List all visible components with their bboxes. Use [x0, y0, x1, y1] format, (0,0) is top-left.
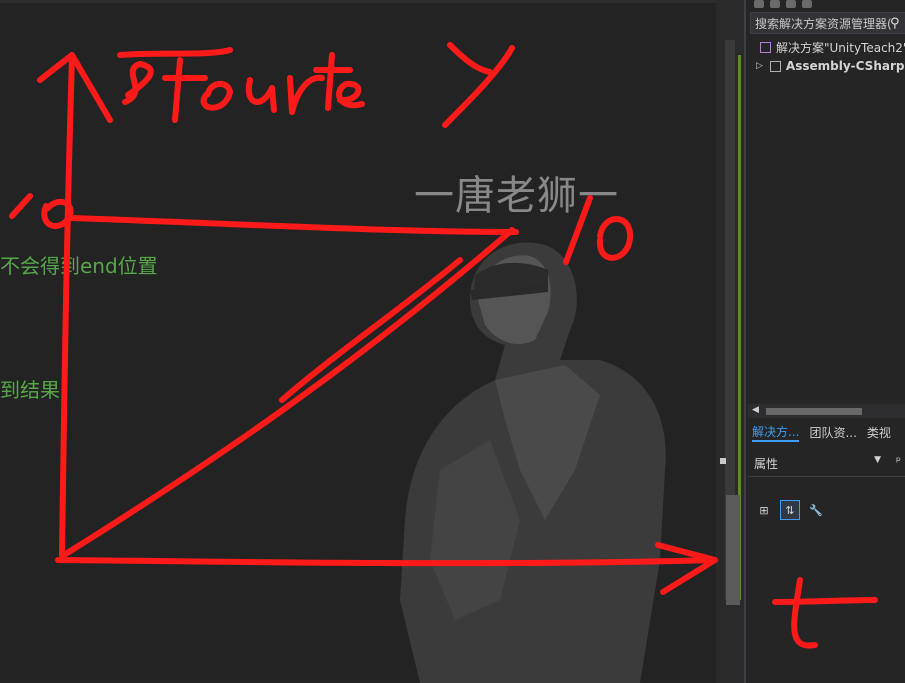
- tab-solution-explorer[interactable]: 解决方...: [752, 423, 800, 442]
- expand-arrow-icon[interactable]: ▷: [756, 61, 763, 71]
- project-icon: [769, 60, 781, 72]
- alphabetical-sort-icon[interactable]: ⇅: [780, 500, 800, 520]
- horizontal-scrollbar[interactable]: ◀: [748, 404, 905, 418]
- search-icon[interactable]: ⚲: [890, 16, 904, 31]
- panel-tabs: 解决方... 团队资... 类视: [748, 420, 905, 444]
- tree-item-label: 解决方案"UnityTeach2": [776, 40, 905, 55]
- editor-vertical-scrollbar[interactable]: [716, 0, 744, 683]
- solution-icon: [760, 41, 771, 53]
- tab-team-explorer[interactable]: 团队资...: [809, 424, 856, 441]
- tab-class-view[interactable]: 类视: [867, 424, 891, 441]
- properties-title: 属性: [754, 456, 779, 471]
- solution-explorer-panel: 搜索解决方案资源管理器( ⚲ 解决方案"UnityTeach2" ▷ Assem…: [744, 0, 905, 683]
- background-figure-illustration: [400, 242, 666, 683]
- dropdown-arrow-icon[interactable]: ▼: [874, 455, 881, 465]
- toolbar-icon[interactable]: [770, 0, 780, 8]
- scroll-thumb[interactable]: [726, 495, 740, 605]
- panel-toolbar: [746, 0, 905, 10]
- tree-item-solution[interactable]: 解决方案"UnityTeach2": [760, 38, 905, 56]
- toolbar-icon[interactable]: [786, 0, 796, 8]
- solution-search-input[interactable]: 搜索解决方案资源管理器( ⚲: [750, 12, 905, 34]
- scroll-left-icon[interactable]: ◀: [752, 405, 759, 415]
- pin-icon[interactable]: ᵖ: [896, 454, 901, 468]
- scroll-marker: [720, 458, 726, 464]
- properties-toolbar: ⊞ ⇅ 🔧: [754, 500, 826, 520]
- categorized-icon[interactable]: ⊞: [754, 500, 774, 520]
- horizontal-scroll-thumb[interactable]: [766, 408, 862, 415]
- wrench-icon[interactable]: 🔧: [806, 500, 826, 520]
- properties-header: 属性 ▼ ᵖ: [748, 452, 905, 474]
- tree-item-label: Assembly-CSharp: [785, 59, 905, 73]
- toolbar-icon[interactable]: [802, 0, 812, 8]
- watermark-text: 一唐老狮一: [414, 173, 619, 219]
- search-text: 搜索解决方案资源管理器(: [755, 16, 892, 31]
- code-editor[interactable]: 不会得到end位置 到结果 一唐老狮一: [0, 0, 716, 683]
- toolbar-icon[interactable]: [754, 0, 764, 8]
- tree-item-project[interactable]: ▷ Assembly-CSharp: [756, 57, 904, 75]
- divider: [748, 476, 905, 477]
